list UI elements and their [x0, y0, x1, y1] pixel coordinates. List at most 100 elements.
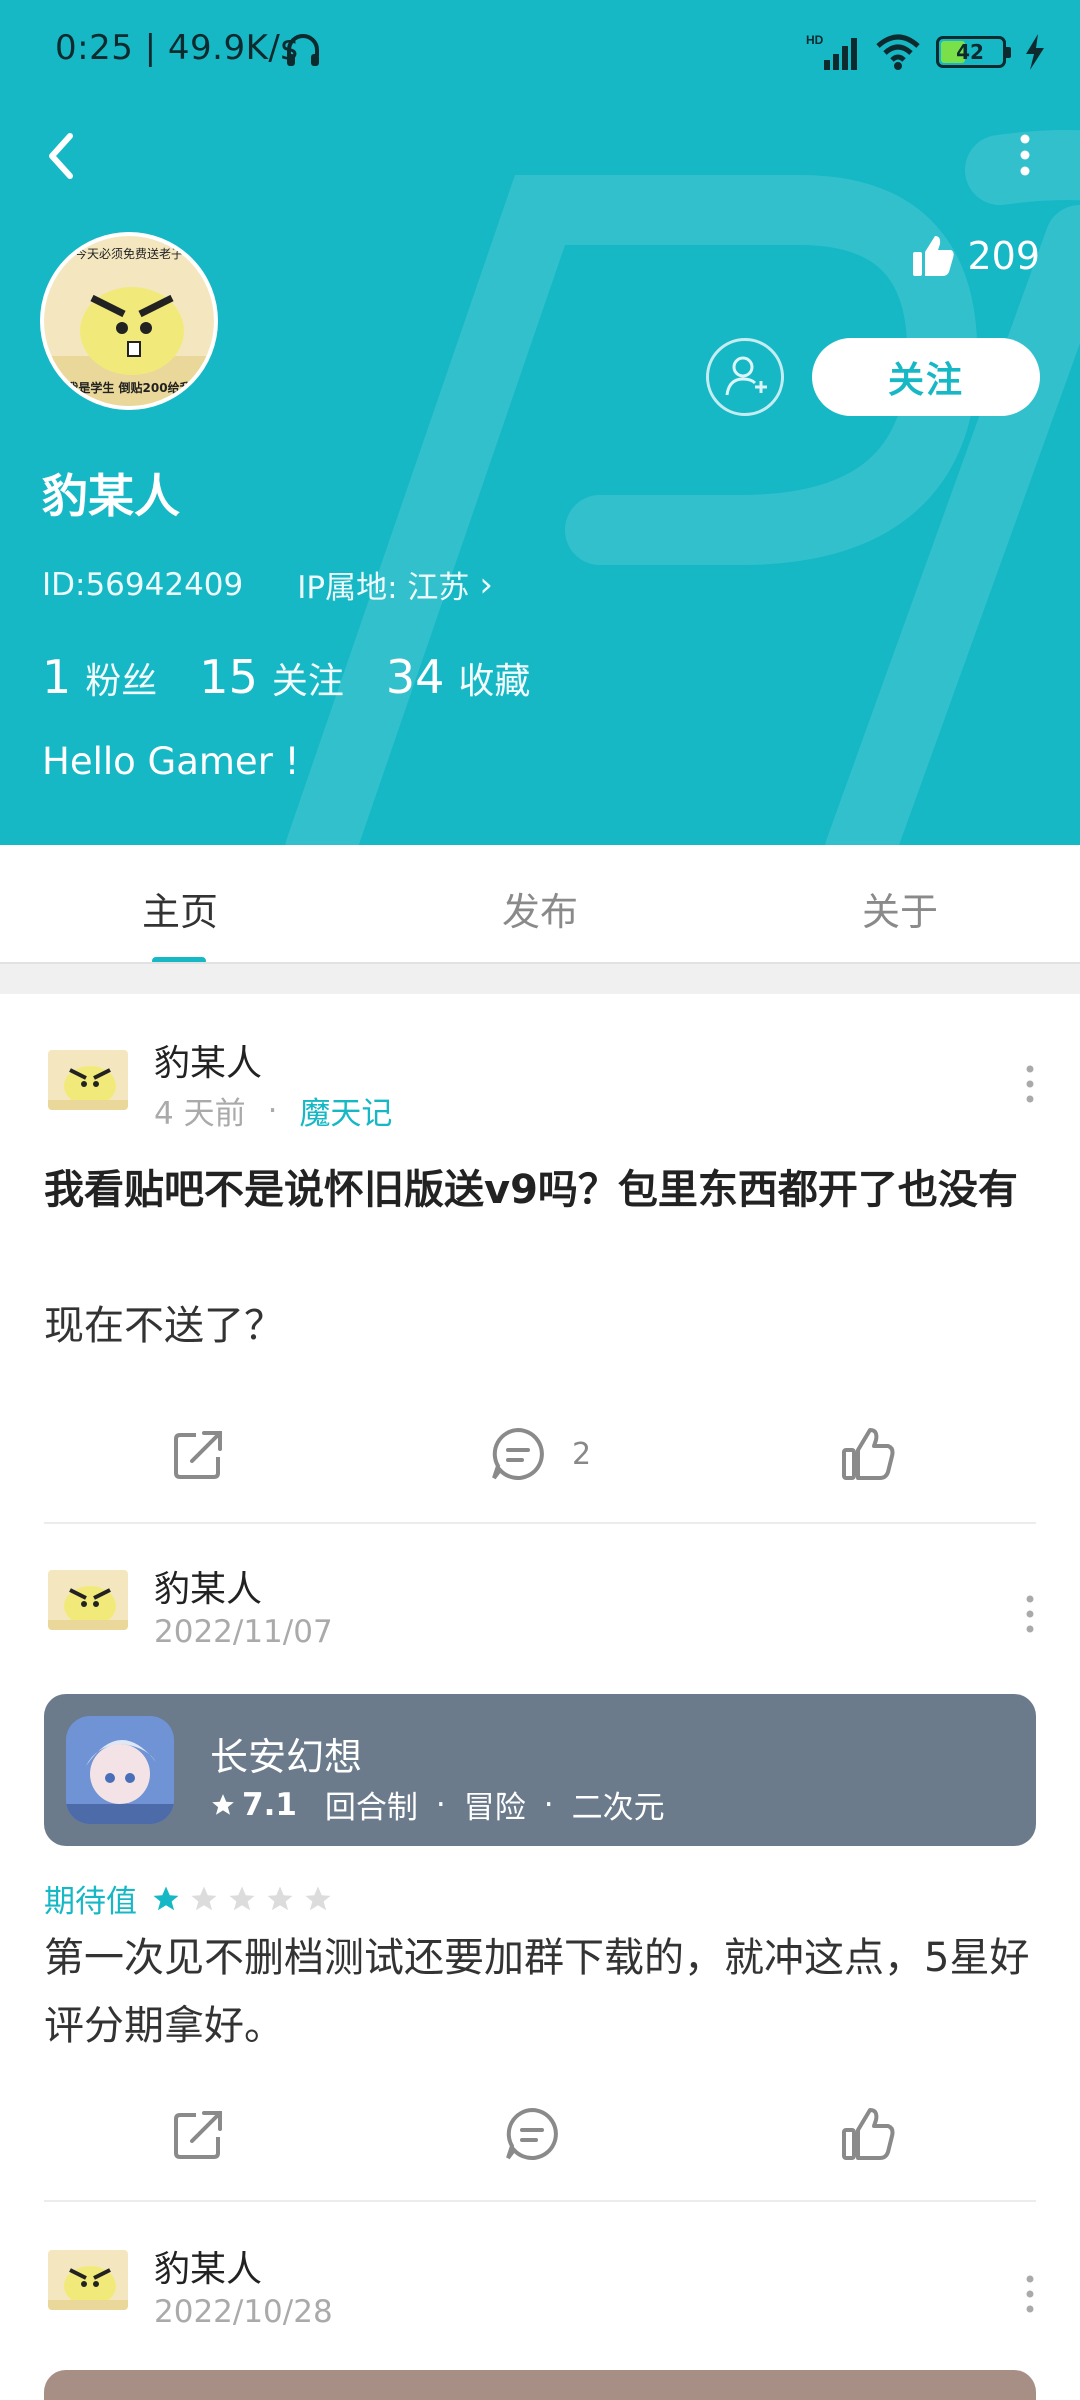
post-time: 2022/10/28 — [154, 2294, 333, 2330]
star-empty-icon — [191, 1886, 217, 1910]
chevron-right-icon[interactable]: › — [479, 565, 493, 605]
status-time-speed: 0:25 | 49.9K/s — [55, 28, 299, 68]
post-body[interactable]: 现在不送了？ — [44, 1292, 1034, 1360]
tab-about[interactable]: 关于 — [862, 881, 938, 936]
game-app-icon — [66, 1716, 174, 1824]
ip-location-link[interactable]: IP属地: 江苏 — [297, 562, 469, 607]
stat-followers[interactable]: 1 粉丝 — [42, 650, 157, 704]
game-tag: 回合制 — [324, 1790, 418, 1826]
add-friend-button[interactable] — [706, 338, 784, 416]
feed-post: 豹某人 2022/11/07 长安幻想 7.1 回合制 · 冒险 · 二次元 期… — [0, 1524, 1080, 2204]
add-user-icon — [725, 356, 767, 396]
profile-username: 豹某人 — [42, 469, 180, 523]
svg-text:HD: HD — [806, 33, 824, 47]
share-button[interactable] — [170, 1414, 228, 1494]
section-divider — [0, 962, 1080, 994]
post-time: 2022/11/07 — [154, 1614, 333, 1650]
post-actions: 2 — [0, 1414, 1080, 1494]
profile-page: 0:25 | 49.9K/s HD 42 今天必须免费送老子 我是学生 倒贴20… — [0, 0, 1080, 2400]
signal-icon: HD — [806, 33, 857, 70]
thumbs-up-icon — [913, 236, 955, 276]
stat-label: 收藏 — [458, 661, 531, 702]
stat-following[interactable]: 15 关注 — [199, 650, 344, 704]
rating-stars — [151, 1884, 341, 1914]
profile-bio: Hello Gamer ! — [42, 740, 300, 783]
like-button[interactable] — [838, 2094, 898, 2174]
stat-number: 1 — [42, 650, 72, 704]
comment-button[interactable] — [502, 2094, 562, 2174]
comment-icon — [506, 2107, 558, 2160]
post-author-name[interactable]: 豹某人 — [154, 1560, 262, 1612]
more-menu-icon[interactable] — [1010, 130, 1040, 180]
post-meta: 4 天前 · 魔天记 — [154, 1088, 392, 1133]
post-more-icon[interactable] — [1020, 1062, 1040, 1106]
post-author-name[interactable]: 豹某人 — [154, 1034, 262, 1086]
status-bar: 0:25 | 49.9K/s HD 42 — [0, 0, 1080, 104]
star-icon — [212, 1793, 234, 1815]
stat-label: 粉丝 — [85, 661, 158, 702]
star-empty-icon — [229, 1886, 255, 1910]
profile-stats: 1 粉丝 15 关注 34 收藏 — [42, 650, 572, 704]
post-meta: 2022/11/07 — [154, 1614, 333, 1650]
game-meta: 7.1 回合制 · 冒险 · 二次元 — [210, 1782, 665, 1827]
tab-home[interactable]: 主页 — [142, 881, 218, 936]
comment-count: 2 — [572, 1436, 592, 1472]
stat-label: 关注 — [271, 661, 344, 702]
game-card[interactable]: 长安幻想 7.1 回合制 · 冒险 · 二次元 — [44, 1694, 1036, 1846]
star-empty-icon — [267, 1886, 293, 1910]
comment-button[interactable]: 2 — [488, 1414, 591, 1494]
star-empty-icon — [305, 1886, 331, 1910]
avatar-caption-top: 今天必须免费送老子 — [75, 246, 183, 261]
thumbs-up-outline-icon — [842, 2108, 895, 2160]
post-title[interactable]: 我看贴吧不是说怀旧版送v9吗？包里东西都开了也没有 — [44, 1156, 1034, 1224]
post-meta: 2022/10/28 — [154, 2294, 333, 2330]
profile-tabs: 主页 发布 关于 — [0, 845, 1080, 965]
status-icons: HD 42 — [806, 30, 1050, 74]
follow-button[interactable]: 关注 — [812, 338, 1040, 416]
post-separator — [44, 2200, 1036, 2202]
tab-posts[interactable]: 发布 — [502, 881, 578, 936]
post-author-avatar[interactable] — [48, 2250, 128, 2310]
battery-level: 42 — [956, 40, 984, 64]
profile-avatar[interactable]: 今天必须免费送老子 我是学生 倒贴200给我 — [40, 232, 218, 410]
post-author-avatar[interactable] — [48, 1570, 128, 1630]
share-icon — [174, 1431, 222, 1479]
post-author-avatar[interactable] — [48, 1050, 128, 1110]
headphone-icon — [287, 34, 319, 66]
post-actions — [0, 2094, 1080, 2174]
thumbs-up-outline-icon — [842, 1428, 895, 1480]
stat-number: 34 — [385, 650, 445, 704]
post-time: 4 天前 — [154, 1096, 246, 1132]
game-tag: 二次元 — [571, 1790, 665, 1826]
game-score: 7.1 — [242, 1786, 297, 1823]
wifi-icon — [876, 34, 920, 70]
profile-id-row: ID:56942409 IP属地: 江苏 › — [42, 562, 493, 607]
expectation-rating: 期待值 — [44, 1876, 341, 1921]
watermark-decoration — [285, 130, 1080, 845]
game-name: 长安幻想 — [210, 1735, 363, 1779]
comment-icon — [492, 1427, 544, 1480]
stat-favorites[interactable]: 34 收藏 — [386, 650, 531, 704]
stat-number: 15 — [199, 650, 258, 704]
avatar-caption-bottom: 我是学生 倒贴200给我 — [66, 380, 191, 395]
like-button[interactable] — [838, 1414, 898, 1494]
back-arrow-icon[interactable] — [40, 128, 84, 184]
share-icon — [174, 2111, 222, 2159]
expectation-label: 期待值 — [44, 1884, 137, 1920]
post-body[interactable]: 第一次见不删档测试还要加群下载的，就冲这点，5星好评分期拿好。 — [44, 1924, 1034, 2060]
post-author-name[interactable]: 豹某人 — [154, 2240, 262, 2292]
likes-count: 209 — [967, 234, 1040, 278]
post-source-link[interactable]: 魔天记 — [299, 1088, 392, 1133]
profile-header: 0:25 | 49.9K/s HD 42 今天必须免费送老子 我是学生 倒贴20… — [0, 0, 1080, 845]
likes-counter: 209 — [911, 234, 1040, 278]
star-filled-icon — [153, 1886, 179, 1910]
game-card[interactable] — [44, 2370, 1036, 2400]
post-more-icon[interactable] — [1020, 2272, 1040, 2316]
share-button[interactable] — [170, 2094, 228, 2174]
feed-post: 豹某人 2022/10/28 — [0, 2204, 1080, 2400]
post-more-icon[interactable] — [1020, 1592, 1040, 1636]
charging-icon — [1026, 34, 1044, 70]
battery-icon: 42 — [936, 36, 1011, 68]
feed-post: 豹某人 4 天前 · 魔天记 我看贴吧不是说怀旧版送v9吗？包里东西都开了也没有… — [0, 1010, 1080, 1530]
game-tag: 冒险 — [463, 1790, 526, 1826]
